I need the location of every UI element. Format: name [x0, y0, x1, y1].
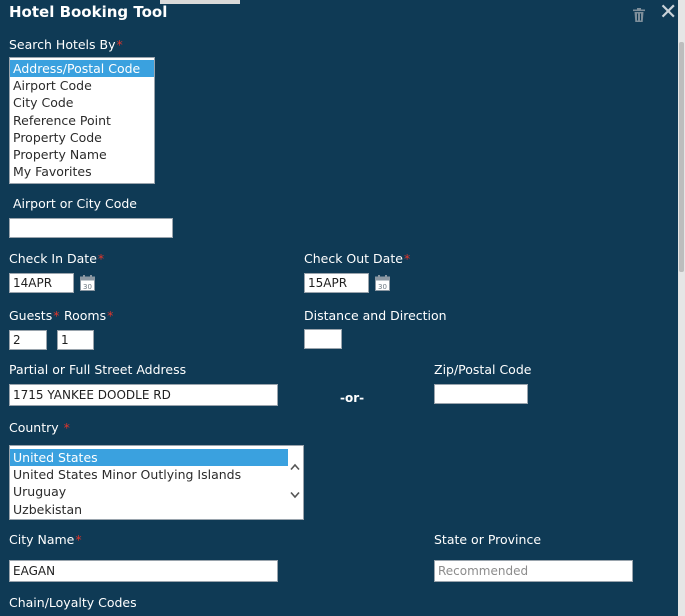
required-marker: *	[63, 420, 70, 435]
check-in-label-text: Check In Date	[9, 251, 97, 266]
city-name-label: City Name*	[9, 532, 82, 547]
search-by-option[interactable]: City Code	[10, 94, 154, 111]
close-icon[interactable]: ✕	[659, 2, 677, 24]
search-by-label: Search Hotels By*	[9, 37, 123, 52]
dialog-title: Hotel Booking Tool	[9, 3, 168, 21]
distance-label: Distance and Direction	[304, 308, 447, 323]
calendar-day-text: 30	[83, 283, 92, 291]
chain-label: Chain/Loyalty Codes	[9, 595, 137, 610]
distance-input[interactable]	[304, 329, 342, 349]
search-by-option[interactable]: Property Name	[10, 146, 154, 163]
country-label: Country *	[9, 420, 70, 435]
check-out-label-text: Check Out Date	[304, 251, 403, 266]
street-label: Partial or Full Street Address	[9, 362, 187, 377]
country-option[interactable]: United States Minor Outlying Islands	[10, 466, 303, 483]
required-marker: *	[116, 37, 123, 52]
city-name-input[interactable]: EAGAN	[9, 560, 278, 582]
search-by-option[interactable]: Property Code	[10, 129, 154, 146]
zip-label: Zip/Postal Code	[434, 362, 532, 377]
page-scrollbar[interactable]	[678, 0, 685, 616]
state-input[interactable]: Recommended	[434, 560, 633, 582]
required-marker: *	[53, 308, 60, 323]
calendar-day-text: 30	[378, 283, 387, 291]
check-in-input[interactable]: 14APR	[9, 273, 74, 293]
or-separator: -or-	[340, 391, 365, 405]
search-by-label-text: Search Hotels By	[9, 37, 116, 52]
rooms-input[interactable]: 1	[57, 330, 94, 350]
required-marker: *	[75, 532, 82, 547]
country-label-text: Country	[9, 420, 59, 435]
calendar-icon[interactable]: 30	[375, 275, 390, 291]
country-listbox[interactable]: United States United States Minor Outlyi…	[9, 445, 304, 520]
state-label: State or Province	[434, 532, 542, 547]
country-option[interactable]: Uzbekistan	[10, 501, 303, 518]
trash-icon[interactable]	[632, 8, 646, 22]
check-in-label: Check In Date*	[9, 251, 104, 266]
street-input[interactable]: 1715 YANKEE DOODLE RD	[9, 384, 278, 406]
page-scrollbar-thumb[interactable]	[679, 42, 684, 272]
check-out-input[interactable]: 15APR	[304, 273, 369, 293]
search-by-option[interactable]: Address/Postal Code	[10, 60, 154, 78]
search-by-option[interactable]: My Favorites	[10, 163, 154, 180]
search-by-option[interactable]: Reference Point	[10, 112, 154, 129]
required-marker: *	[107, 308, 114, 323]
rooms-label: Rooms*	[64, 308, 113, 323]
guests-label: Guests*	[9, 308, 59, 323]
required-marker: *	[403, 251, 411, 266]
scroll-down-icon[interactable]	[290, 491, 300, 499]
guests-input[interactable]: 2	[9, 330, 47, 350]
required-marker: *	[97, 251, 105, 266]
calendar-icon[interactable]: 30	[80, 275, 95, 291]
scroll-up-icon[interactable]	[290, 463, 300, 471]
country-option[interactable]: Uruguay	[10, 483, 303, 500]
guests-label-text: Guests	[9, 308, 53, 323]
background-window-edge	[160, 0, 240, 4]
country-option[interactable]: United States	[10, 449, 288, 467]
rooms-label-text: Rooms	[64, 308, 107, 323]
zip-input[interactable]	[434, 384, 528, 404]
check-out-label: Check Out Date*	[304, 251, 410, 266]
airport-city-label: Airport or City Code	[13, 196, 137, 211]
airport-city-input[interactable]	[9, 218, 173, 238]
search-by-listbox[interactable]: Address/Postal Code Airport Code City Co…	[9, 57, 155, 184]
city-name-label-text: City Name	[9, 532, 75, 547]
search-by-option[interactable]: Airport Code	[10, 77, 154, 94]
